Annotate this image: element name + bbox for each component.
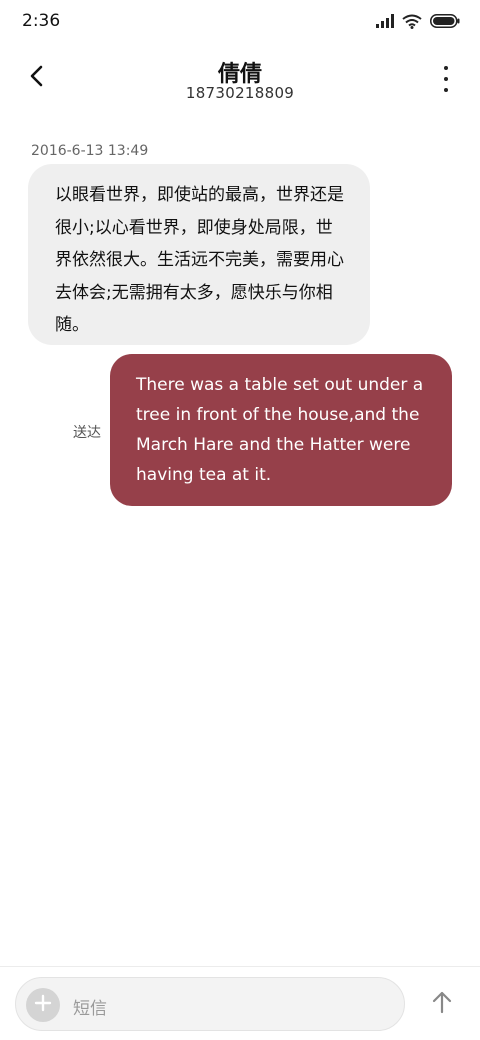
battery-icon [430,14,460,28]
status-bar: 2:36 [0,0,480,44]
message-input[interactable]: 短信 [15,977,405,1031]
status-icons [376,12,460,30]
message-timestamp: 2016-6-13 13:49 [31,143,149,159]
outgoing-message-text: There was a table set out under a tree i… [136,375,424,485]
outgoing-message-bubble[interactable]: There was a table set out under a tree i… [110,354,452,506]
delivery-status: 送达 [73,425,101,441]
composer-divider [0,966,480,967]
more-vertical-icon [444,66,448,70]
signal-icon [376,14,394,28]
contact-number: 18730218809 [185,84,295,102]
incoming-message-bubble[interactable]: 以眼看世界，即使站的最高，世界还是很小;以心看世界，即使身处局限，世界依然很大。… [28,164,370,345]
add-attachment-button[interactable] [26,988,60,1022]
arrow-up-icon [431,990,453,1018]
conversation-header: 倩倩 18730218809 [0,50,480,110]
more-options-button[interactable] [436,66,456,92]
plus-icon [34,994,52,1016]
status-time: 2:36 [22,11,61,31]
send-button[interactable] [428,990,456,1018]
wifi-icon [402,14,422,29]
incoming-message-text: 以眼看世界，即使站的最高，世界还是很小;以心看世界，即使身处局限，世界依然很大。… [55,185,344,335]
message-input-placeholder: 短信 [73,999,107,1019]
